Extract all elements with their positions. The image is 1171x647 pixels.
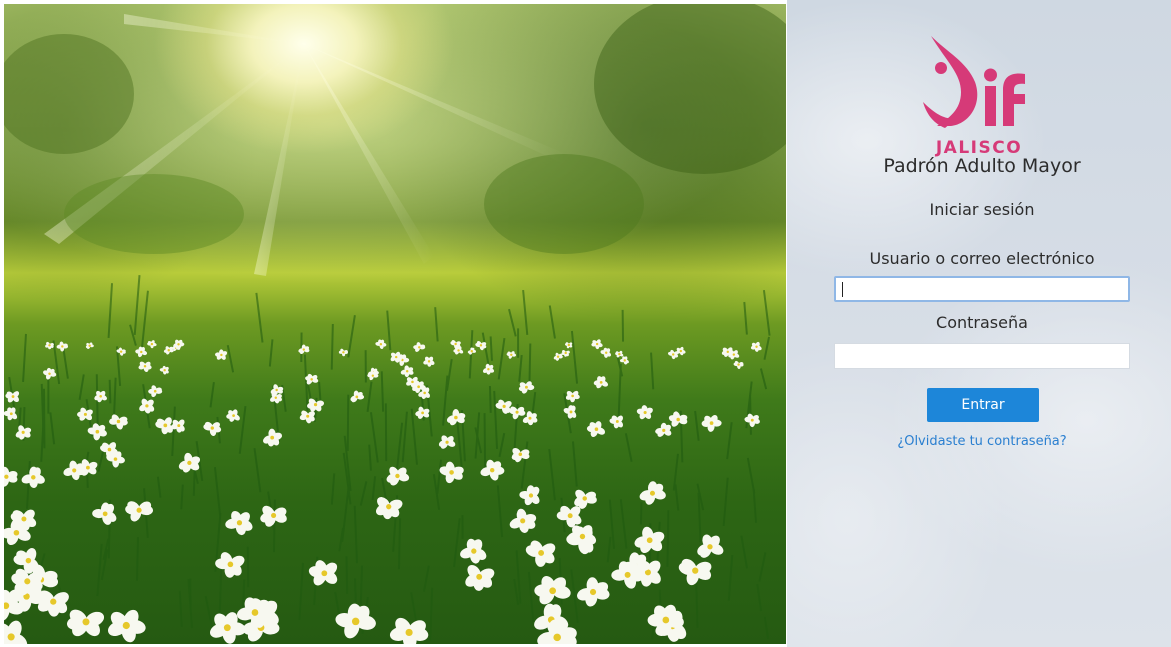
login-panel: JALISCO Padrón Adulto Mayor Iniciar sesi…	[787, 0, 1171, 647]
flower	[338, 348, 348, 357]
flower	[350, 390, 365, 403]
flower	[94, 390, 107, 403]
flower	[298, 344, 310, 355]
login-heading: Iniciar sesión	[929, 200, 1035, 219]
flower	[43, 367, 57, 380]
flower	[4, 466, 18, 487]
flower	[56, 341, 69, 352]
app-title: Padrón Adulto Mayor	[883, 155, 1081, 177]
flower	[4, 407, 18, 421]
flower	[750, 341, 762, 352]
flower	[400, 365, 414, 378]
flower	[335, 603, 376, 639]
flower	[733, 360, 744, 369]
flower	[534, 575, 571, 605]
flower	[509, 508, 537, 533]
flower	[226, 409, 240, 422]
flower	[561, 350, 570, 357]
flower	[619, 356, 629, 365]
flower	[678, 558, 712, 586]
flower	[215, 552, 245, 578]
flower	[159, 365, 169, 375]
flower	[506, 351, 517, 359]
flower	[163, 346, 174, 355]
flower	[66, 609, 105, 637]
flower	[109, 414, 128, 430]
flower	[147, 340, 157, 349]
flower	[600, 347, 612, 358]
flower	[586, 421, 606, 437]
flower	[563, 405, 577, 419]
background-meadow-photo	[4, 4, 786, 644]
flower	[389, 617, 429, 644]
flower	[438, 435, 456, 449]
flower	[668, 411, 688, 427]
flower	[85, 342, 94, 349]
flower	[553, 352, 563, 361]
meadow-illustration	[4, 4, 786, 644]
flower	[215, 349, 228, 360]
flower	[518, 381, 535, 394]
flower	[636, 405, 653, 420]
flower	[565, 390, 580, 403]
flower	[308, 560, 338, 586]
flower	[655, 422, 672, 437]
password-input[interactable]	[834, 343, 1130, 369]
flower	[77, 407, 93, 421]
flower	[591, 339, 603, 350]
flower	[148, 385, 163, 398]
flower	[609, 415, 624, 429]
flower	[423, 356, 435, 367]
flower	[525, 540, 556, 567]
forgot-password-link[interactable]: ¿Olvidaste tu contraseña?	[787, 434, 1171, 449]
flower	[593, 376, 609, 389]
flower	[138, 361, 152, 373]
flower	[615, 350, 624, 358]
flower	[376, 497, 403, 520]
text-cursor	[842, 282, 843, 297]
dif-logo-mark-icon	[923, 36, 1025, 128]
flower	[701, 414, 722, 432]
flower	[155, 417, 173, 435]
flower	[92, 502, 117, 525]
flower	[139, 398, 155, 414]
flower	[263, 428, 283, 447]
flower	[375, 339, 387, 349]
login-button[interactable]: Entrar	[927, 388, 1039, 422]
flower	[480, 459, 505, 481]
flower	[577, 577, 610, 607]
flower	[125, 501, 154, 522]
username-input[interactable]	[834, 276, 1130, 302]
flower	[460, 538, 487, 564]
flower	[465, 564, 495, 591]
flower	[413, 342, 426, 352]
username-label: Usuario o correo electrónico	[869, 249, 1095, 268]
password-label: Contraseña	[936, 313, 1028, 332]
flower	[21, 466, 45, 489]
flower	[135, 346, 148, 358]
flower	[107, 609, 146, 643]
flower	[225, 510, 253, 536]
flower	[565, 342, 573, 349]
flower	[482, 363, 495, 375]
